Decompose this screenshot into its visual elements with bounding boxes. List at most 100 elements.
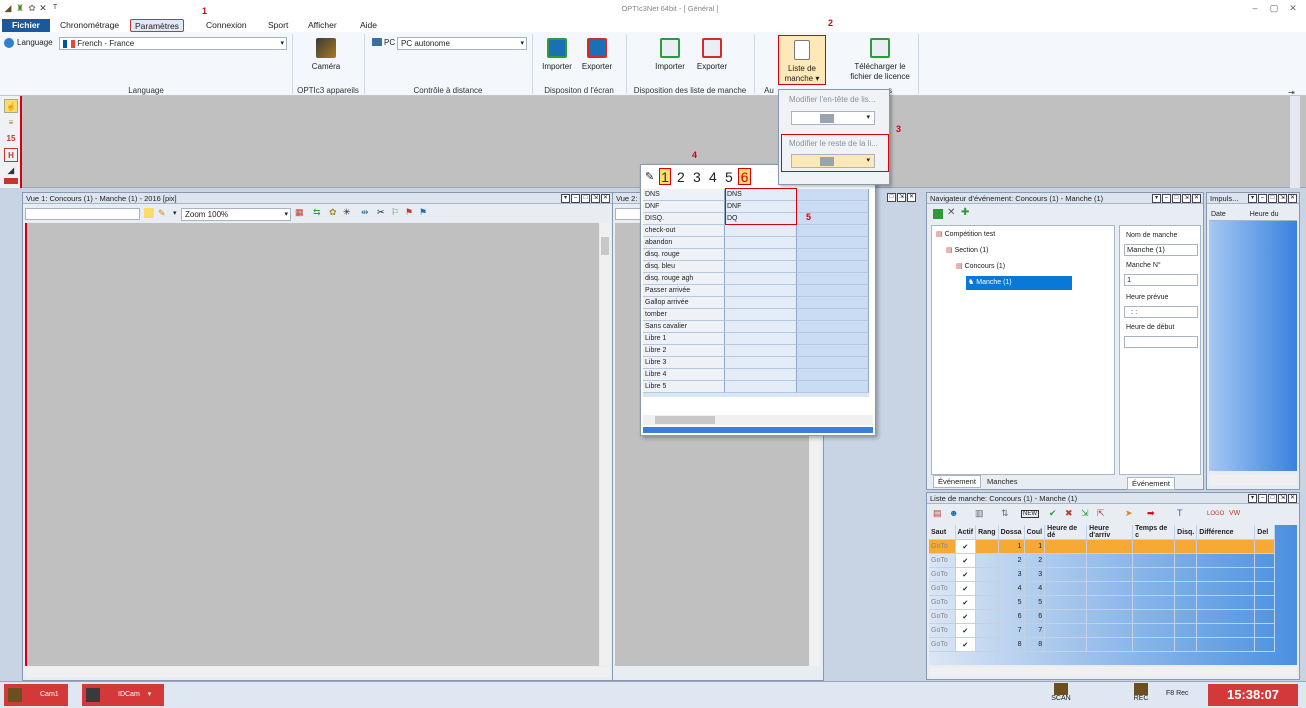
column-name-cell[interactable]: DNF xyxy=(643,201,725,213)
rang-cell[interactable] xyxy=(975,581,999,596)
wrench-icon[interactable]: ✎ xyxy=(645,167,654,187)
temps-cell[interactable] xyxy=(1132,595,1176,610)
column-header[interactable]: Rang xyxy=(975,525,999,540)
minimize-icon[interactable]: – xyxy=(1162,194,1171,203)
tab-3[interactable]: 3 xyxy=(693,167,701,187)
num-input[interactable]: 1 xyxy=(1124,274,1198,286)
expand-icon[interactable]: ✚ xyxy=(961,207,969,218)
add-event-icon[interactable] xyxy=(933,209,943,219)
column-row[interactable]: disq. bleu xyxy=(643,261,869,273)
column-name-cell[interactable]: DISQ. xyxy=(643,213,725,225)
column-header[interactable]: Disq. xyxy=(1174,525,1198,540)
del-cell[interactable] xyxy=(1254,637,1276,652)
column-name-cell[interactable]: check-out xyxy=(643,225,725,237)
column-value-cell[interactable] xyxy=(725,381,797,393)
difference-cell[interactable] xyxy=(1196,553,1256,568)
vw-icon[interactable]: VW xyxy=(1229,510,1240,517)
rang-cell[interactable] xyxy=(975,567,999,582)
column-name-cell[interactable]: abandon xyxy=(643,237,725,249)
close-icon[interactable]: ✕ xyxy=(1192,194,1201,203)
column-value-cell[interactable] xyxy=(725,273,797,285)
column-name-cell[interactable]: Libre 3 xyxy=(643,357,725,369)
pin-icon[interactable]: ⇲ xyxy=(897,193,906,202)
rec-button[interactable]: REC xyxy=(1126,683,1156,707)
tab-4[interactable]: 4 xyxy=(709,167,717,187)
rang-cell[interactable] xyxy=(975,637,999,652)
close-button[interactable]: ✕ xyxy=(1284,2,1302,15)
camera-icon[interactable]: ◢ xyxy=(3,3,13,13)
cross-icon[interactable]: ✖ xyxy=(1065,508,1073,519)
column-extra-cell[interactable] xyxy=(797,321,869,333)
h-icon[interactable]: H xyxy=(4,148,18,162)
tools-icon[interactable]: ✿ xyxy=(27,3,37,13)
saut-cell[interactable]: GoTo xyxy=(929,595,956,610)
test-icon[interactable]: T xyxy=(50,3,60,13)
dossard-cell[interactable]: 5 xyxy=(998,595,1025,610)
actif-checkbox[interactable]: ✔ xyxy=(955,553,977,568)
heure-arrivee-cell[interactable] xyxy=(1086,637,1134,652)
table-row[interactable]: GoTo ✔ 3 3 xyxy=(929,567,1276,582)
actif-checkbox[interactable]: ✔ xyxy=(955,595,977,610)
import-icon[interactable]: ⇲ xyxy=(1081,508,1089,519)
menu-parametres[interactable]: Paramètres xyxy=(130,19,184,32)
del-cell[interactable] xyxy=(1254,609,1276,624)
scroll-thumb[interactable] xyxy=(655,416,715,424)
couloir-cell[interactable]: 4 xyxy=(1024,581,1046,596)
arrows-icon[interactable]: ⇆ xyxy=(313,207,321,218)
column-row[interactable]: Sans cavalier xyxy=(643,321,869,333)
column-row[interactable]: Libre 4 xyxy=(643,369,869,381)
dropdown-icon[interactable]: ▾ xyxy=(561,194,570,203)
cut-icon[interactable]: ✂ xyxy=(377,207,385,218)
column-row[interactable]: Libre 1 xyxy=(643,333,869,345)
column-header[interactable]: Coul xyxy=(1024,525,1046,540)
column-header[interactable]: Différence xyxy=(1196,525,1256,540)
saut-cell[interactable]: GoTo xyxy=(929,637,956,652)
column-extra-cell[interactable] xyxy=(797,237,869,249)
dropdown-item2-label[interactable]: Modifier le reste de la li... xyxy=(789,139,878,148)
column-name-cell[interactable]: disq. bleu xyxy=(643,261,725,273)
column-value-cell[interactable] xyxy=(725,297,797,309)
screen-export-button[interactable]: Exporter xyxy=(578,38,616,72)
runner-icon[interactable]: ♜ xyxy=(15,3,25,13)
nom-input[interactable]: Manche (1) xyxy=(1124,244,1198,256)
column-value-cell[interactable] xyxy=(725,249,797,261)
tab-evenement-right[interactable]: Événement xyxy=(1127,477,1175,490)
dossard-cell[interactable]: 6 xyxy=(998,609,1025,624)
dossard-cell[interactable]: 8 xyxy=(998,637,1025,652)
column-value-cell[interactable] xyxy=(725,333,797,345)
temps-cell[interactable] xyxy=(1132,623,1176,638)
column-row[interactable]: Libre 2 xyxy=(643,345,869,357)
column-header[interactable]: Heure de dé xyxy=(1044,525,1088,540)
dossard-cell[interactable]: 3 xyxy=(998,567,1025,582)
dropdown-item1-label[interactable]: Modifier l'en-tête de lis... xyxy=(789,95,875,104)
cross-icon[interactable]: ✕ xyxy=(38,3,48,13)
dossard-cell[interactable]: 2 xyxy=(998,553,1025,568)
camera-small-icon[interactable]: ◢ xyxy=(4,164,18,178)
heure-depart-cell[interactable] xyxy=(1044,539,1088,554)
column-row[interactable]: disq. rouge xyxy=(643,249,869,261)
column-extra-cell[interactable] xyxy=(797,261,869,273)
minimize-icon[interactable]: – xyxy=(1258,194,1267,203)
tab-1[interactable]: 1 xyxy=(659,168,671,185)
close-icon[interactable]: ✕ xyxy=(1288,194,1297,203)
del-cell[interactable] xyxy=(1254,567,1276,582)
column-name-cell[interactable]: disq. rouge agh xyxy=(643,273,725,285)
grid-icon[interactable] xyxy=(144,208,154,218)
saut-cell[interactable]: GoTo xyxy=(929,553,956,568)
liste-de-manche-button[interactable]: Liste de manche ▾ xyxy=(778,35,826,85)
rang-cell[interactable] xyxy=(975,609,999,624)
brush-icon[interactable]: ✎ xyxy=(158,208,166,219)
column-extra-cell[interactable] xyxy=(797,249,869,261)
disq-cell[interactable] xyxy=(1174,539,1198,554)
column-extra-cell[interactable] xyxy=(797,189,869,201)
temps-cell[interactable] xyxy=(1132,567,1176,582)
difference-cell[interactable] xyxy=(1196,595,1256,610)
column-extra-cell[interactable] xyxy=(797,309,869,321)
rang-cell[interactable] xyxy=(975,595,999,610)
column-name-cell[interactable]: tomber xyxy=(643,309,725,321)
dropdown-icon[interactable]: ▾ xyxy=(1152,194,1161,203)
pc-select[interactable]: PC autonome ▾ xyxy=(397,37,527,50)
column-extra-cell[interactable] xyxy=(797,381,869,393)
column-extra-cell[interactable] xyxy=(797,345,869,357)
column-value-cell[interactable] xyxy=(725,237,797,249)
